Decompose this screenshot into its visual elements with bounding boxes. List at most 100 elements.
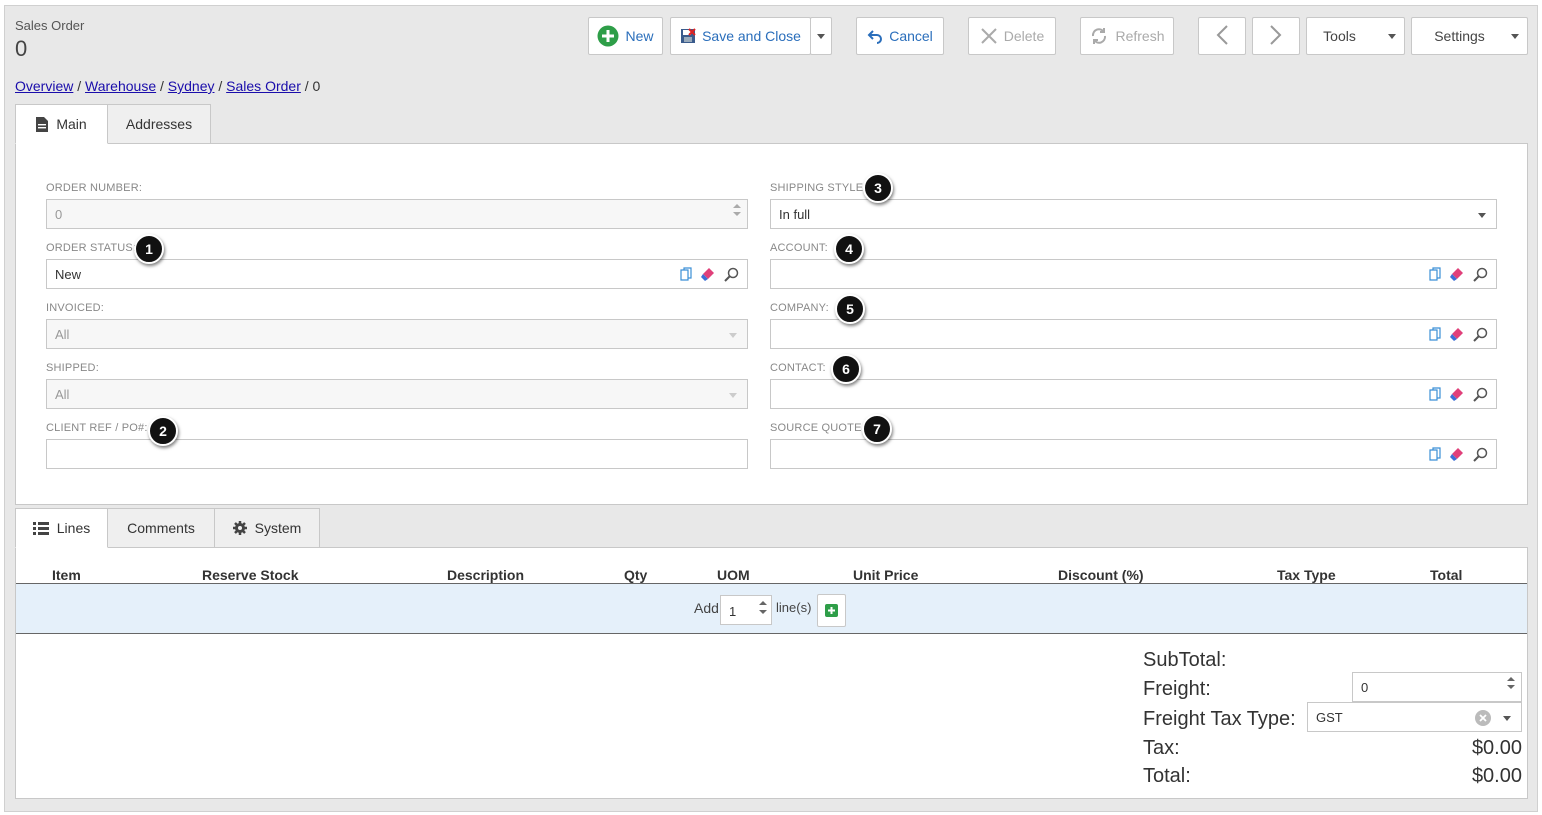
- invoiced-select[interactable]: All: [46, 319, 748, 349]
- eraser-icon[interactable]: [1449, 266, 1465, 282]
- window-title: Sales Order: [15, 18, 85, 33]
- list-icon: [32, 521, 49, 535]
- total-value: $0.00: [1471, 765, 1522, 787]
- x-icon: [980, 27, 998, 45]
- chevron-down-icon: [729, 393, 737, 398]
- tab-addresses[interactable]: Addresses: [107, 104, 211, 144]
- plus-square-icon: [825, 604, 838, 617]
- chevron-left-icon: [1215, 24, 1229, 49]
- tab-lines[interactable]: Lines: [15, 508, 108, 548]
- shipping-style-select[interactable]: In full: [770, 199, 1497, 229]
- tools-label: Tools: [1323, 28, 1356, 44]
- breadcrumb-overview[interactable]: Overview: [15, 78, 73, 94]
- add-lines-button[interactable]: [817, 594, 846, 627]
- eraser-icon[interactable]: [1449, 326, 1465, 342]
- order-number-label: ORDER NUMBER:: [46, 182, 143, 194]
- undo-icon: [867, 28, 883, 44]
- order-number-field[interactable]: 0: [46, 199, 748, 229]
- total-label: Total:: [1143, 765, 1191, 787]
- shipping-style-label: SHIPPING STYLE:: [770, 182, 867, 194]
- eraser-icon[interactable]: [1449, 446, 1465, 462]
- tab-lines-label: Lines: [56, 520, 91, 536]
- next-record-button[interactable]: [1252, 17, 1300, 55]
- column-header-uom[interactable]: UOM: [717, 567, 750, 583]
- freight-tax-type-label: Freight Tax Type:: [1143, 708, 1296, 730]
- breadcrumb: Overview / Warehouse / Sydney / Sales Or…: [15, 78, 321, 94]
- contact-label: CONTACT:: [770, 362, 826, 374]
- contact-field[interactable]: [770, 379, 1497, 409]
- number-spinner[interactable]: [733, 204, 741, 216]
- save-options-dropdown[interactable]: [810, 17, 832, 55]
- copy-icon[interactable]: [680, 267, 692, 281]
- chevron-down-icon: [1503, 716, 1511, 721]
- refresh-button[interactable]: Refresh: [1080, 17, 1174, 55]
- tab-main[interactable]: Main: [15, 104, 108, 144]
- add-label: Add: [694, 600, 719, 616]
- delete-label: Delete: [1003, 28, 1045, 44]
- search-icon[interactable]: [724, 267, 739, 282]
- breadcrumb-sydney[interactable]: Sydney: [168, 78, 215, 94]
- column-header-unit-price[interactable]: Unit Price: [853, 567, 918, 583]
- chevron-down-icon: [817, 33, 825, 39]
- breadcrumb-warehouse[interactable]: Warehouse: [85, 78, 156, 94]
- delete-button[interactable]: Delete: [968, 17, 1056, 55]
- search-icon[interactable]: [1473, 327, 1488, 342]
- chevron-right-icon: [1269, 24, 1283, 49]
- column-header-tax-type[interactable]: Tax Type: [1277, 567, 1336, 583]
- column-header-reserve-stock[interactable]: Reserve Stock: [202, 567, 299, 583]
- tab-addresses-label: Addresses: [125, 116, 193, 132]
- new-button[interactable]: New: [588, 17, 663, 55]
- callout-4: 4: [834, 234, 864, 264]
- callout-5: 5: [835, 294, 865, 324]
- previous-record-button[interactable]: [1198, 17, 1246, 55]
- settings-menu-button[interactable]: Settings: [1411, 17, 1528, 55]
- column-header-total[interactable]: Total: [1430, 567, 1462, 583]
- breadcrumb-sales-order[interactable]: Sales Order: [226, 78, 301, 94]
- copy-icon[interactable]: [1429, 267, 1441, 281]
- search-icon[interactable]: [1473, 447, 1488, 462]
- tab-main-label: Main: [56, 116, 87, 132]
- tab-comments[interactable]: Comments: [107, 508, 215, 548]
- column-header-qty[interactable]: Qty: [624, 567, 647, 583]
- tab-system-label: System: [254, 520, 302, 536]
- search-icon[interactable]: [1473, 267, 1488, 282]
- tab-system[interactable]: System: [214, 508, 320, 548]
- callout-2: 2: [148, 416, 178, 446]
- qty-spinner[interactable]: [759, 601, 767, 614]
- add-lines-qty-input[interactable]: 1: [720, 595, 772, 625]
- column-header-discount[interactable]: Discount (%): [1058, 567, 1144, 583]
- source-quote-label: SOURCE QUOTE:: [770, 422, 865, 434]
- tax-value: $0.00: [1471, 737, 1522, 759]
- freight-input[interactable]: 0: [1352, 672, 1522, 702]
- freight-label: Freight:: [1143, 678, 1211, 700]
- search-icon[interactable]: [1473, 387, 1488, 402]
- breadcrumb-current: 0: [312, 78, 321, 94]
- column-header-description[interactable]: Description: [447, 567, 524, 583]
- shipped-label: SHIPPED:: [46, 362, 99, 374]
- refresh-icon: [1089, 26, 1109, 46]
- tax-label: Tax:: [1143, 737, 1180, 759]
- company-field[interactable]: [770, 319, 1497, 349]
- account-field[interactable]: [770, 259, 1497, 289]
- save-and-close-button[interactable]: Save and Close: [670, 17, 811, 55]
- document-icon: [36, 116, 49, 132]
- client-ref-input[interactable]: [46, 439, 748, 469]
- eraser-icon[interactable]: [700, 266, 716, 282]
- column-header-item[interactable]: Item: [52, 567, 81, 583]
- callout-3: 3: [863, 173, 893, 203]
- freight-spinner[interactable]: [1507, 677, 1515, 689]
- cancel-label: Cancel: [889, 28, 933, 44]
- plus-circle-icon: [597, 25, 619, 47]
- tools-menu-button[interactable]: Tools: [1306, 17, 1405, 55]
- copy-icon[interactable]: [1429, 447, 1441, 461]
- copy-icon[interactable]: [1429, 327, 1441, 341]
- clear-icon[interactable]: [1475, 710, 1491, 726]
- tab-comments-label: Comments: [127, 520, 195, 536]
- freight-tax-type-select[interactable]: GST: [1307, 702, 1522, 732]
- callout-6: 6: [831, 354, 861, 384]
- shipped-select[interactable]: All: [46, 379, 748, 409]
- cancel-button[interactable]: Cancel: [856, 17, 944, 55]
- copy-icon[interactable]: [1429, 387, 1441, 401]
- eraser-icon[interactable]: [1449, 386, 1465, 402]
- chevron-down-icon: [729, 333, 737, 338]
